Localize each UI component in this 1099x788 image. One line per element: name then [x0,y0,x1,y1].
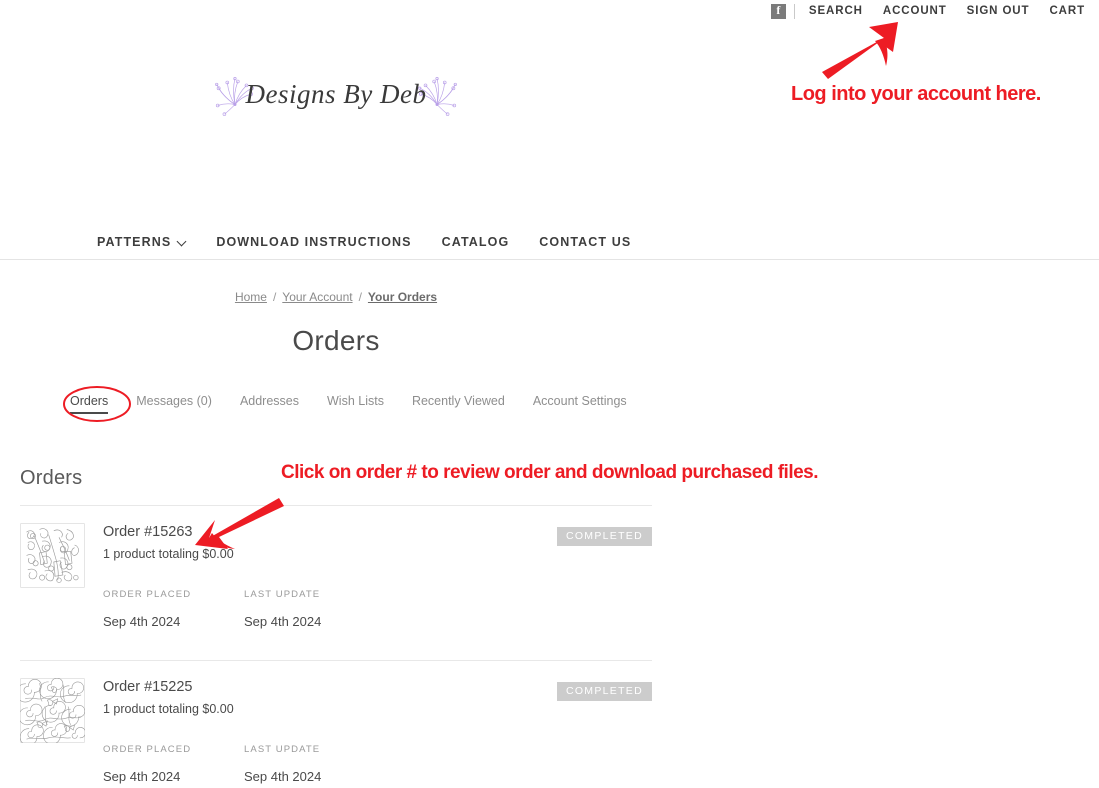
breadcrumb-item-your-account[interactable]: Your Account [282,290,352,304]
order-meta: ORDER PLACED Sep 4th 2024 LAST UPDATE Se… [103,744,652,784]
table-row: Order #15225 COMPLETED 1 product totalin… [20,678,652,788]
breadcrumb-separator: / [358,290,362,304]
last-update-value: Sep 4th 2024 [244,769,322,784]
order-placed-column: ORDER PLACED Sep 4th 2024 [103,589,244,629]
nav-item-patterns[interactable]: PATTERNS [97,235,186,249]
topbar-link-cart[interactable]: CART [1049,5,1085,17]
order-placed-label: ORDER PLACED [103,589,192,600]
breadcrumb-separator: / [272,290,277,304]
tab-addresses[interactable]: Addresses [240,394,299,412]
account-tabs: Orders Messages (0) Addresses Wish Lists… [70,394,655,414]
last-update-label: LAST UPDATE [244,744,321,755]
table-row: Order #15263 COMPLETED 1 product totalin… [20,523,652,633]
chevron-down-icon [178,238,186,246]
order-summary: 1 product totaling $0.00 [103,702,234,716]
order-summary: 1 product totaling $0.00 [103,547,234,561]
tab-account-settings[interactable]: Account Settings [533,394,627,412]
nav-bottom-divider [0,259,1099,260]
tab-messages[interactable]: Messages (0) [136,394,212,412]
topbar-divider [793,3,795,19]
status-badge: COMPLETED [556,682,652,701]
site-logo[interactable]: Designs By Deb [0,70,672,118]
order-meta: ORDER PLACED Sep 4th 2024 LAST UPDATE Se… [103,589,652,629]
page-root: f SEARCH ACCOUNT SIGN OUT CART Designs B… [0,0,1099,788]
order-divider [20,660,652,661]
breadcrumb-item-your-orders: Your Orders [367,290,438,304]
order-placed-label: ORDER PLACED [103,744,192,755]
order-thumbnail[interactable] [20,523,85,588]
order-details: Order #15225 COMPLETED 1 product totalin… [103,678,652,784]
tab-recently-viewed[interactable]: Recently Viewed [412,394,505,412]
nav-item-catalog[interactable]: CATALOG [442,235,510,249]
top-utility-bar: f SEARCH ACCOUNT SIGN OUT CART [0,0,1099,22]
last-update-label: LAST UPDATE [244,589,321,600]
annotation-click-text: Click on order # to review order and dow… [281,462,819,483]
nav-item-download-instructions[interactable]: DOWNLOAD INSTRUCTIONS [216,235,411,249]
logo-text: Designs By Deb [245,78,427,109]
nav-item-patterns-label: PATTERNS [97,235,172,249]
facebook-icon-letter: f [776,3,781,17]
page-title: Orders [292,325,380,356]
status-badge: COMPLETED [556,527,652,546]
order-details: Order #15263 COMPLETED 1 product totalin… [103,523,652,629]
last-update-column: LAST UPDATE Sep 4th 2024 [244,744,385,784]
facebook-icon[interactable]: f [770,3,786,19]
last-update-column: LAST UPDATE Sep 4th 2024 [244,589,385,629]
tab-orders[interactable]: Orders [70,394,109,414]
orders-section-heading: Orders [20,467,83,489]
breadcrumb: Home / Your Account / Your Orders [0,290,672,304]
order-number-link[interactable]: Order #15225 [103,679,192,695]
last-update-value: Sep 4th 2024 [244,614,322,629]
topbar-link-search[interactable]: SEARCH [809,5,863,17]
topbar-link-account[interactable]: ACCOUNT [883,5,947,17]
orders-section-divider [20,505,652,506]
order-placed-value: Sep 4th 2024 [103,769,181,784]
nav-item-contact-us[interactable]: CONTACT US [539,235,631,249]
breadcrumb-item-home[interactable]: Home [235,290,267,304]
order-thumbnail[interactable] [20,678,85,743]
annotation-login-text: Log into your account here. [791,83,1041,105]
order-number-link[interactable]: Order #15263 [103,524,192,540]
order-placed-value: Sep 4th 2024 [103,614,181,629]
annotation-arrow-to-account-icon [822,22,898,79]
tab-wish-lists[interactable]: Wish Lists [327,394,384,412]
order-placed-column: ORDER PLACED Sep 4th 2024 [103,744,244,784]
topbar-link-sign-out[interactable]: SIGN OUT [967,5,1030,17]
main-navigation: PATTERNS DOWNLOAD INSTRUCTIONS CATALOG C… [0,225,1099,259]
